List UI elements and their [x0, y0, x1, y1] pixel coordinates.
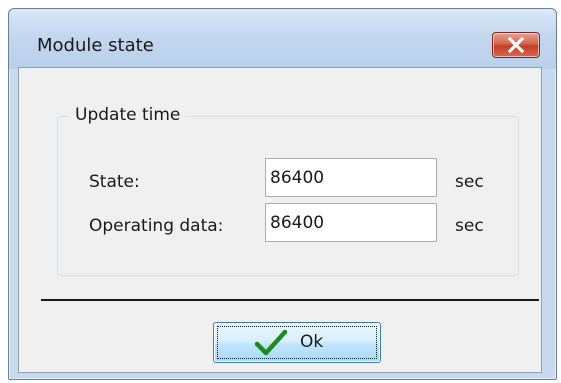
dialog-body: Update time State: sec Operating data: s… [18, 67, 542, 373]
ok-button[interactable]: Ok [213, 322, 381, 363]
close-icon [507, 37, 525, 53]
title-bar[interactable]: Module state [9, 9, 556, 69]
state-label: State: [89, 172, 140, 192]
group-title: Update time [70, 105, 186, 125]
focus-rectangle [217, 326, 377, 359]
checkmark-icon [254, 329, 288, 356]
separator-line [41, 299, 539, 301]
close-button[interactable] [492, 32, 540, 58]
operating-data-unit: sec [455, 216, 484, 236]
operating-data-label: Operating data: [89, 216, 224, 236]
state-field[interactable] [265, 158, 437, 197]
operating-data-field[interactable] [265, 203, 437, 242]
ok-label: Ok [300, 332, 324, 352]
window-title: Module state [37, 35, 154, 56]
module-state-dialog: Module state Update time State: sec Oper… [8, 8, 557, 380]
state-unit: sec [455, 172, 484, 192]
